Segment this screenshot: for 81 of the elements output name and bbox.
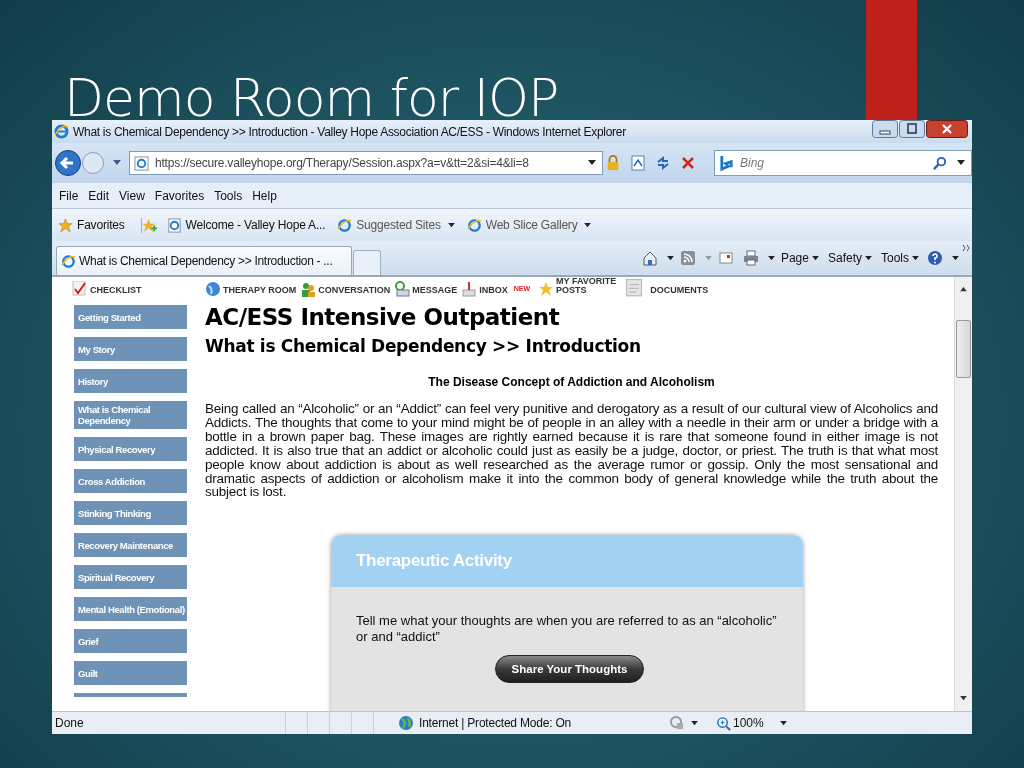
page-icon [134,155,149,171]
browser-tab[interactable]: What is Chemical Dependency >> Introduction - ... [56,246,352,275]
page-subheading: What is Chemical Dependency >> Introduction [205,335,642,357]
checkmark-icon [72,281,88,297]
status-text: Done [54,716,85,730]
maximize-button[interactable] [899,120,925,138]
globe-icon [205,281,221,297]
search-input[interactable]: Bing [738,155,922,171]
nav-link[interactable]: INBOX [479,286,508,295]
nav-link[interactable]: THERAPY ROOM [223,286,297,295]
back-button[interactable] [54,149,82,177]
caret-icon[interactable] [952,255,959,261]
favorite-link[interactable]: Welcome - Valley Hope A... [164,215,328,235]
address-field[interactable]: https://secure.valleyhope.org/Therapy/Session.aspx?a=v&tt=2&si=4&li=8 [129,151,603,175]
scrollbar[interactable] [954,277,972,711]
stop-icon[interactable] [680,155,696,171]
scroll-up-icon[interactable] [960,287,967,292]
refresh-icon[interactable] [655,155,671,171]
close-button[interactable] [926,120,968,138]
command-menu[interactable]: Tools [878,251,922,265]
nav-link[interactable]: DOCUMENTS [650,286,709,295]
documents-icon [624,277,645,297]
help-icon[interactable] [927,250,943,266]
caret-icon[interactable] [779,720,787,726]
caret-icon[interactable] [691,720,698,726]
nav-link[interactable]: MY FAVORITE POSTS [556,277,617,295]
nav-link[interactable]: MESSAGE [412,286,458,295]
mail-icon[interactable] [717,250,734,266]
email-icon [394,281,411,297]
nav-link[interactable]: CONVERSATION [318,286,391,295]
printer-icon[interactable] [742,250,759,266]
favorite-dropdown[interactable]: Suggested Sites [335,215,457,235]
menu-item[interactable]: Tools [214,188,243,203]
zoom-icon [716,715,731,731]
search-field[interactable]: Bing [714,150,972,176]
people-icon [300,281,317,297]
page-icon [166,217,182,233]
caret-icon [865,255,872,261]
page-heading: AC/ESS Intensive Outpatient [205,303,561,331]
nav-link[interactable]: CHECKLIST [90,286,142,295]
menu-item[interactable]: View [119,188,145,203]
caret-icon [447,222,455,228]
star-icon [538,281,555,297]
globe-icon [398,715,414,731]
compatibility-icon[interactable] [630,155,646,171]
caret-icon[interactable] [666,255,674,261]
favorite-dropdown[interactable]: Web Slice Gallery [464,215,594,235]
menu-item[interactable]: Favorites [154,188,205,203]
menu-item[interactable]: Help [252,188,277,203]
search-icon[interactable] [932,155,947,171]
body-paragraph: Being called an “Alcoholic” or an “Addict” can feel very punitive and derogatory as a result of our cultural view of Alcoholics and Addicts. The thoughts that come to your mind might be of people in an alley with a needle in their arm or under a bridge with a bottle in a brown paper bag. These images are rightly earned because it is rare that someone found in either image is not addicted. It is also true that an addict or alcoholic could just as easily be a judge, doctor, or priest. The truth is that what most people know about addiction is about as well researched as the average rumor or gossip. Only the most sensational and dramatic aspects of addiction or alcoholism make it into the common body of general knowledge while the truth about the subject is lost. [205,402,938,500]
ie-logo-icon [61,253,76,269]
caret-icon[interactable] [767,255,775,261]
menu-item[interactable]: File [59,188,79,203]
minimize-button[interactable] [872,120,898,138]
caret-icon [811,255,819,261]
share-thoughts-button[interactable]: Share Your Thoughts [494,655,645,684]
caret-icon [912,255,919,261]
security-zone[interactable]: Internet | Protected Mode: On [419,716,649,730]
favorites-button[interactable]: Favorites [56,215,127,235]
ie-logo-icon [337,217,353,233]
caret-icon[interactable] [588,160,596,166]
menu-item[interactable]: Edit [88,188,110,203]
ie-logo-icon [54,124,69,139]
star-icon [58,217,73,233]
chevron-icon[interactable] [962,244,970,252]
scroll-down-icon[interactable] [960,696,967,701]
card-title: Therapeutic Activity [356,551,512,572]
command-menu[interactable]: Page [777,251,822,265]
section-title: The Disease Concept of Addiction and Alcoholism [427,375,716,389]
ie-logo-icon [466,217,482,233]
caret-icon[interactable] [957,160,965,166]
inbox-icon [461,281,478,297]
scroll-thumb[interactable] [956,320,971,378]
add-favorite-icon[interactable] [140,217,157,233]
command-menu[interactable]: Safety [824,251,875,265]
activity-prompt: Tell me what your thoughts are when you are referred to as an “alcoholic” or and “addict” [356,613,778,646]
feed-icon[interactable] [679,250,696,266]
zoom-button[interactable]: 100% [710,714,770,732]
caret-icon [584,222,592,228]
home-icon[interactable] [641,250,658,266]
